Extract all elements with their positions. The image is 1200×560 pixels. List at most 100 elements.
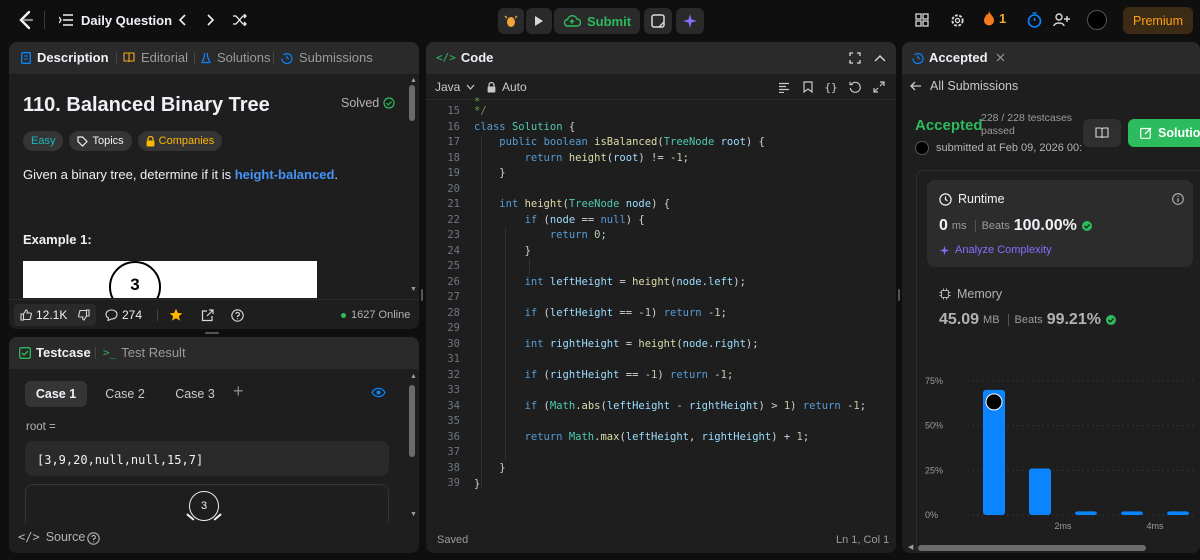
line-number: 17 (447, 136, 460, 148)
code-editor[interactable]: * 15 16 17 18 19 20 21 22 23 24 25 26 27 28 29 30 31 32 33… (426, 96, 896, 520)
comment-icon (105, 309, 118, 321)
height-balanced-link[interactable]: height-balanced (235, 167, 335, 182)
problem-description: Given a binary tree, determine if it is … (23, 167, 339, 182)
y-tick-label: 25% (925, 465, 943, 475)
testcase-input[interactable]: [3,9,20,null,null,15,7] (25, 441, 389, 476)
code-line: int leftHeight = height(node.left); (524, 276, 746, 288)
submit-button[interactable]: Submit (554, 8, 640, 34)
braces-icon[interactable]: {} (823, 79, 839, 95)
tab-testcase[interactable]: Testcase (19, 345, 91, 360)
star-icon[interactable] (168, 307, 184, 323)
histogram-bar[interactable] (1121, 511, 1143, 515)
ai-assist-button[interactable] (676, 8, 704, 34)
testcase-scrollbar[interactable] (409, 385, 415, 457)
tab-editorial[interactable]: Editorial (123, 50, 188, 65)
user-marker-avatar (985, 393, 1003, 411)
share-icon[interactable] (199, 307, 215, 323)
runtime-value-row: 0 ms Beats 100.00% (939, 217, 1093, 235)
example-heading: Example 1: (23, 232, 92, 247)
code-panel-header: </> Code (426, 42, 896, 74)
description-panel: Description Editorial Solutions Submissi… (9, 42, 419, 329)
source-button[interactable]: </> Source (18, 530, 85, 544)
help-icon[interactable] (86, 531, 100, 545)
line-number: 30 (447, 337, 460, 350)
line-number: 28 (447, 306, 460, 319)
code-line: if (rightHeight == -1) return -1; (524, 369, 734, 381)
tab-solutions[interactable]: Solutions (201, 50, 270, 65)
editorial-button[interactable] (1083, 119, 1121, 147)
difficulty-tag[interactable]: Easy (23, 131, 64, 151)
runtime-distribution-chart[interactable]: 75% 50% 25% 0% 2ms 4ms (917, 367, 1197, 542)
line-number: 33 (447, 384, 460, 396)
result-panel-header: Accepted (902, 42, 1200, 74)
tab-description[interactable]: Description (21, 50, 109, 65)
case-2-tab[interactable]: Case 2 (94, 381, 156, 407)
chevron-left-icon[interactable] (174, 12, 190, 28)
add-friend-icon[interactable] (1053, 12, 1071, 28)
close-icon[interactable] (996, 53, 1005, 62)
streak-counter[interactable]: 1 (983, 11, 1006, 26)
add-case-button[interactable]: + (233, 381, 244, 402)
companies-tag[interactable]: Companies (137, 131, 223, 151)
vertical-resize-handle[interactable] (898, 289, 900, 301)
histogram-bar[interactable] (1167, 511, 1189, 515)
chevron-right-icon[interactable] (203, 12, 219, 28)
layout-icon[interactable] (914, 12, 930, 28)
all-submissions-link[interactable]: All Submissions (910, 79, 1018, 93)
dislike-button[interactable] (72, 304, 96, 326)
scroll-down-icon[interactable]: ▼ (410, 286, 417, 293)
testcase-panel: Testcase >_ Test Result Case 1 Case 2 Ca… (9, 337, 419, 553)
scroll-up-icon[interactable]: ▲ (410, 77, 417, 84)
topics-tag[interactable]: Topics (69, 131, 132, 151)
collapse-icon[interactable] (873, 51, 887, 65)
reset-icon[interactable] (848, 80, 862, 94)
shuffle-icon[interactable] (232, 12, 248, 28)
code-line: if (node == null) { (524, 214, 645, 226)
debug-button[interactable] (498, 8, 524, 34)
info-icon[interactable] (1171, 192, 1185, 206)
tab-test-result[interactable]: >_ Test Result (103, 345, 186, 360)
solution-button[interactable]: Solutio (1128, 119, 1200, 147)
timer-icon[interactable] (1026, 12, 1042, 28)
vertical-resize-handle[interactable] (421, 289, 423, 301)
lock-icon (146, 135, 155, 147)
line-number: 22 (447, 213, 460, 226)
bookmark-icon[interactable] (801, 80, 815, 94)
solved-badge: Solved (341, 96, 395, 110)
help-icon[interactable] (229, 307, 245, 323)
histogram-bar[interactable] (1029, 468, 1051, 515)
analyze-complexity-link[interactable]: Analyze Complexity (939, 244, 1052, 256)
horizontal-resize-handle[interactable] (205, 332, 219, 334)
format-icon[interactable] (777, 80, 791, 94)
case-3-tab[interactable]: Case 3 (164, 381, 226, 407)
line-number: 21 (447, 198, 460, 210)
tab-submissions[interactable]: Submissions (281, 50, 373, 65)
scroll-down-icon[interactable]: ▼ (410, 511, 417, 518)
fullscreen-icon[interactable] (848, 51, 862, 65)
description-scrollbar[interactable] (409, 85, 415, 121)
comments-button[interactable]: 274 (105, 308, 142, 322)
runtime-card[interactable]: Runtime 0 ms Beats 100.00% Analyze Compl… (927, 180, 1193, 267)
result-scrollbar[interactable] (918, 545, 1146, 551)
language-select[interactable]: Java (435, 80, 475, 94)
tab-accepted[interactable]: Accepted (912, 50, 1005, 65)
expand-icon[interactable] (872, 80, 886, 94)
memory-card[interactable]: Memory 45.09 MB Beats 99.21% (927, 277, 1193, 341)
problem-list-icon[interactable] (58, 12, 74, 28)
avatar[interactable] (1087, 10, 1107, 30)
auto-mode[interactable]: Auto (487, 80, 527, 94)
run-button[interactable] (526, 8, 552, 34)
eye-icon[interactable] (370, 384, 386, 400)
scroll-up-icon[interactable]: ▲ (410, 373, 417, 380)
logo-icon[interactable] (16, 10, 36, 30)
premium-button[interactable]: Premium (1123, 7, 1193, 34)
divider (44, 11, 45, 29)
histogram-bar[interactable] (1075, 511, 1097, 515)
scroll-left-icon[interactable]: ◀ (908, 543, 913, 551)
gear-icon[interactable] (949, 12, 965, 28)
notes-button[interactable] (644, 8, 672, 34)
like-button[interactable]: 12.1K (14, 304, 74, 326)
line-number: 15 (447, 105, 460, 117)
daily-question-title[interactable]: Daily Question (81, 13, 172, 28)
case-1-tab[interactable]: Case 1 (25, 381, 87, 407)
